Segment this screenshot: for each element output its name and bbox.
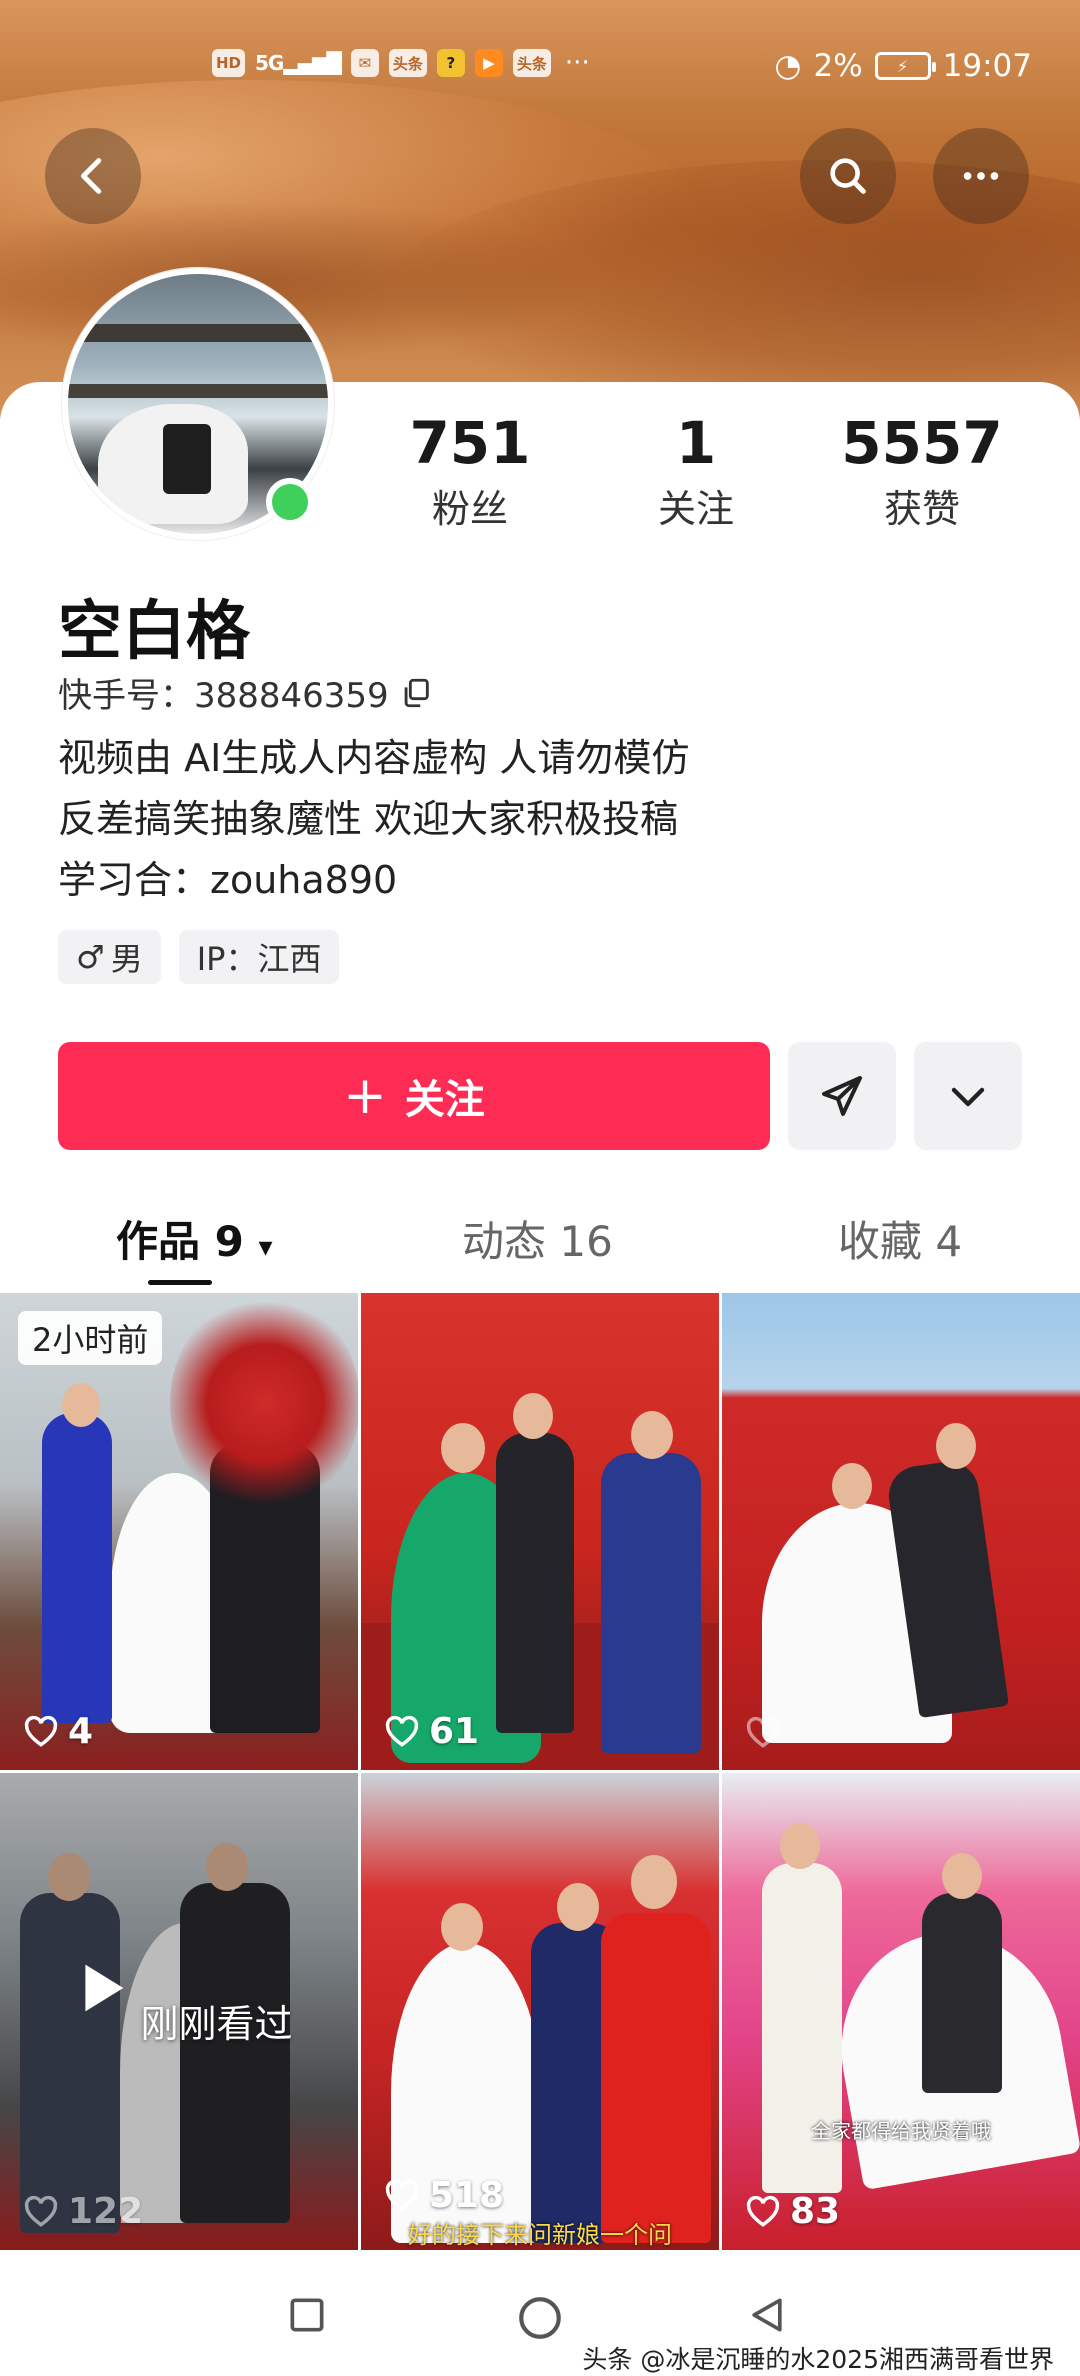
like-count: 83 — [744, 2191, 840, 2232]
like-count: 518 — [383, 2175, 504, 2216]
user-id-row: 快手号：388846359 — [58, 668, 433, 717]
video-app-icon: ▶ — [474, 49, 503, 77]
heart-icon — [746, 1716, 780, 1748]
followers-label: 粉丝 — [431, 486, 508, 531]
bio-line: 学习合：zouha890 — [58, 858, 398, 902]
like-count: 61 — [383, 1711, 479, 1752]
video-thumbnail[interactable]: 全家都得给我贤着哦 83 — [722, 1773, 1080, 2250]
more-dots-icon — [963, 172, 999, 180]
male-icon: ♂ — [76, 938, 105, 976]
user-id: 快手号：388846359 — [58, 676, 389, 716]
profile-nickname: 空白格 — [58, 595, 250, 669]
video-caption: 好的接下来问新娘一个问 — [408, 2221, 672, 2249]
home-icon[interactable] — [515, 2293, 565, 2343]
tab-works[interactable]: 作品 9 ▾ — [116, 1208, 273, 1269]
search-icon — [830, 158, 866, 194]
clock: 19:07 — [942, 48, 1032, 84]
like-count — [744, 1714, 790, 1752]
more-button[interactable] — [933, 128, 1029, 224]
back-button[interactable] — [45, 128, 141, 224]
status-bar: HD 5G▂▄▆█ ✉ 头条 ? ▶ 头条 ··· ◔ 2% ⚡ 19:07 — [0, 48, 1080, 88]
like-count: 122 — [22, 2191, 143, 2232]
send-icon — [822, 1076, 862, 1116]
more-notifications-icon: ··· — [564, 48, 590, 78]
more-actions-dropdown[interactable] — [914, 1042, 1022, 1150]
profile-bio: 视频由 AI生成人内容虚构 人请勿模仿 反差搞笑抽象魔性 欢迎大家积极投稿 学习… — [58, 728, 689, 911]
play-icon — [85, 1964, 124, 2012]
like-count: 4 — [22, 1711, 93, 1752]
back-nav-icon[interactable] — [745, 2293, 789, 2337]
gender-tag: ♂ 男 — [58, 930, 161, 984]
battery-percent: 2% — [813, 48, 863, 84]
toutiao-icon: 头条 — [512, 49, 551, 77]
toutiao-icon: 头条 — [388, 49, 427, 77]
copy-icon[interactable] — [399, 676, 433, 710]
tab-indicator — [148, 1280, 212, 1285]
profile-tags: ♂ 男 IP：江西 — [58, 930, 340, 984]
tab-favorites[interactable]: 收藏 4 — [838, 1208, 962, 1269]
plus-icon: + — [343, 1066, 387, 1126]
video-grid: 2小时前 4 61 刚刚看过 122 好的接下来问新娘一个问 518 全家都得给… — [0, 1293, 1080, 2253]
bio-line: 反差搞笑抽象魔性 欢迎大家积极投稿 — [58, 797, 679, 841]
followers-stat[interactable]: 751 粉丝 — [370, 409, 570, 533]
following-label: 关注 — [657, 486, 734, 531]
following-stat[interactable]: 1 关注 — [596, 409, 796, 533]
video-thumbnail[interactable]: 61 — [361, 1293, 719, 1770]
video-caption: 全家都得给我贤着哦 — [811, 2119, 991, 2143]
chevron-left-icon — [80, 158, 102, 194]
followers-count: 751 — [409, 409, 531, 477]
ip-location-tag: IP：江西 — [178, 930, 340, 984]
heart-icon — [746, 2195, 780, 2227]
likes-label: 获赞 — [883, 486, 960, 531]
follow-label: 关注 — [404, 1077, 485, 1123]
posted-time-badge: 2小时前 — [18, 1311, 163, 1365]
video-thumbnail[interactable]: 2小时前 4 — [0, 1293, 358, 1770]
content-tabs: 作品 9 ▾ 动态 16 收藏 4 — [0, 1188, 1080, 1298]
caret-down-icon: ▾ — [258, 1230, 273, 1263]
battery-icon: ⚡ — [874, 52, 936, 80]
heart-icon — [385, 1715, 419, 1747]
signal-icon: 5G▂▄▆█ — [255, 51, 342, 75]
following-count: 1 — [675, 409, 717, 477]
app-notification-icon: ? — [436, 49, 465, 77]
heart-icon — [24, 1715, 58, 1747]
follow-button[interactable]: + 关注 — [58, 1042, 770, 1150]
online-status-dot — [266, 478, 314, 526]
recent-apps-icon[interactable] — [285, 2293, 329, 2337]
source-watermark: 头条 @冰是沉睡的水2025湘西满哥看世界 — [582, 2345, 1054, 2374]
send-message-button[interactable] — [788, 1042, 896, 1150]
likes-stat[interactable]: 5557 获赞 — [822, 409, 1022, 533]
recently-watched-overlay: 刚刚看过 — [0, 1953, 358, 2048]
hd-indicator: HD — [212, 49, 246, 77]
search-button[interactable] — [800, 128, 896, 224]
video-thumbnail[interactable]: 刚刚看过 122 — [0, 1773, 358, 2250]
bio-line: 视频由 AI生成人内容虚构 人请勿模仿 — [58, 736, 690, 780]
video-thumbnail[interactable]: 好的接下来问新娘一个问 518 — [361, 1773, 719, 2250]
heart-icon — [24, 2195, 58, 2227]
speed-icon: ◔ — [774, 48, 802, 84]
likes-count: 5557 — [841, 409, 1003, 477]
tab-moments[interactable]: 动态 16 — [462, 1208, 613, 1269]
chevron-down-icon — [951, 1087, 985, 1107]
video-thumbnail[interactable] — [722, 1293, 1080, 1770]
notification-icon: ✉ — [350, 49, 379, 77]
heart-icon — [385, 2179, 419, 2211]
